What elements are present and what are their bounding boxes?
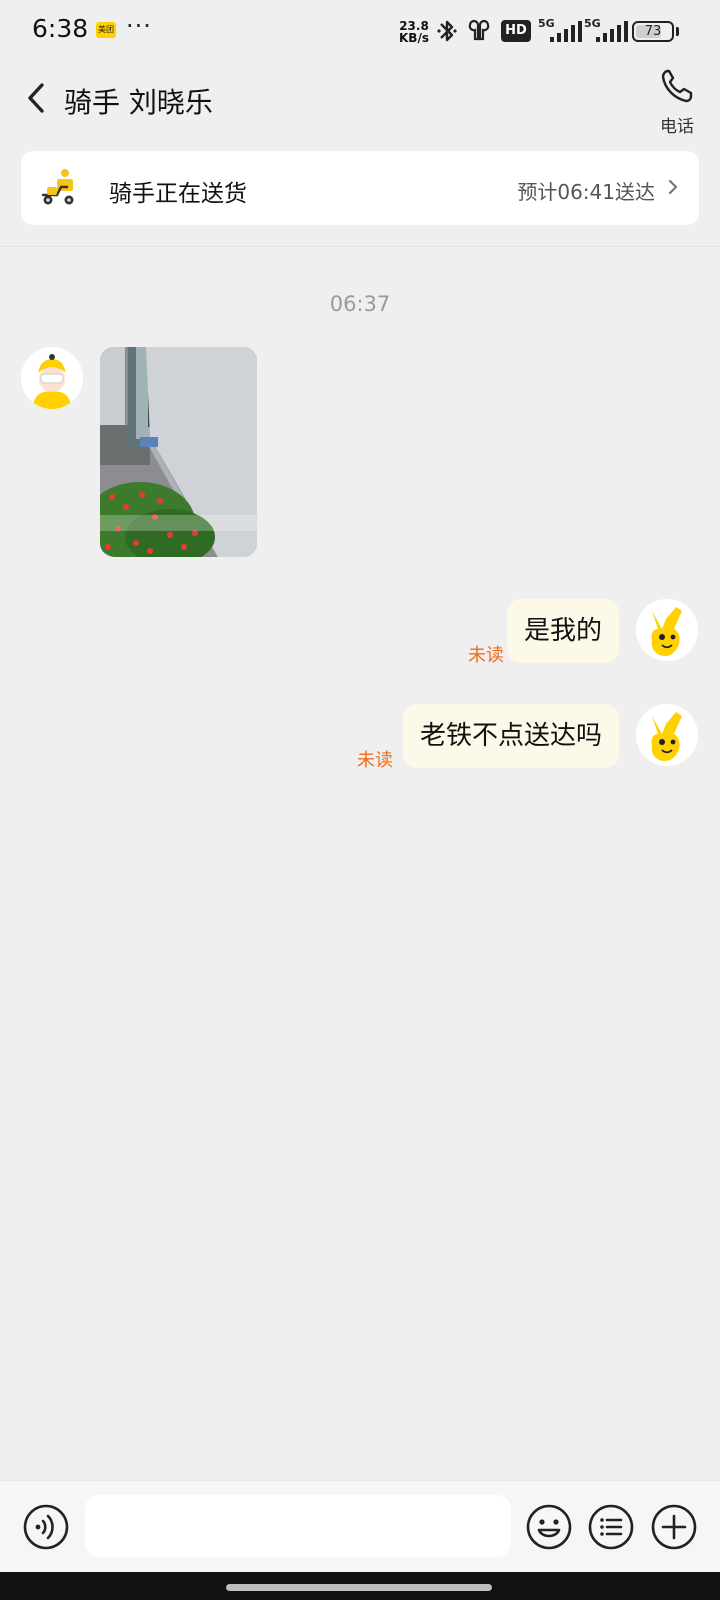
clock: 6:38 xyxy=(32,14,89,43)
chevron-left-icon xyxy=(28,83,44,113)
notification-more-icon: ··· xyxy=(126,12,152,40)
call-button-label: 电话 xyxy=(660,117,694,137)
emoji-icon xyxy=(526,1504,572,1550)
kangaroo-mascot-icon xyxy=(636,704,698,766)
network-speed: 23.8 KB/s xyxy=(397,20,431,44)
bluetooth-icon xyxy=(437,20,457,42)
read-status: 未读 xyxy=(357,750,393,771)
back-button[interactable] xyxy=(20,76,56,120)
system-nav-bar xyxy=(0,1572,720,1600)
my-avatar[interactable] xyxy=(636,704,698,766)
network-speed-unit: KB/s xyxy=(399,31,429,45)
more-actions-button[interactable] xyxy=(650,1503,698,1551)
page-title: 骑手 刘晓乐 xyxy=(64,86,213,119)
list-icon xyxy=(588,1504,634,1550)
delivery-scooter-icon xyxy=(41,169,74,205)
my-message-bubble[interactable]: 老铁不点送达吗 xyxy=(402,704,619,768)
home-gesture-handle[interactable] xyxy=(226,1584,492,1591)
message-timestamp: 06:37 xyxy=(329,292,391,316)
battery-level: 73 xyxy=(644,24,662,39)
my-avatar[interactable] xyxy=(636,599,698,661)
message-input[interactable] xyxy=(85,1495,511,1557)
delivery-photo xyxy=(100,347,257,557)
chevron-right-icon xyxy=(668,179,678,195)
quick-reply-button[interactable] xyxy=(587,1503,635,1551)
phone-icon xyxy=(661,69,693,103)
battery-icon: 73 xyxy=(632,21,674,42)
message-input-bar xyxy=(0,1480,720,1572)
hd-voice-icon: HD xyxy=(501,20,531,42)
chat-header: 骑手 刘晓乐 电话 xyxy=(0,62,720,142)
emoji-button[interactable] xyxy=(525,1503,573,1551)
meituan-app-icon: 美团 xyxy=(96,22,116,38)
signal-sim2-icon: 5G xyxy=(584,17,628,45)
voice-button[interactable] xyxy=(22,1503,70,1551)
call-button[interactable]: 电话 xyxy=(648,66,706,137)
kangaroo-mascot-icon xyxy=(636,599,698,661)
header-divider xyxy=(0,246,720,247)
rider-avatar-icon xyxy=(21,347,83,409)
earbuds-icon xyxy=(468,19,490,41)
signal-sim1-icon: 5G xyxy=(538,17,582,45)
battery-tip xyxy=(676,27,679,36)
rider-avatar[interactable] xyxy=(21,347,83,409)
delivery-eta: 预计06:41送达 xyxy=(517,180,655,204)
rider-photo-message[interactable] xyxy=(100,347,257,557)
voice-icon xyxy=(23,1504,69,1550)
my-message-bubble[interactable]: 是我的 xyxy=(506,599,619,663)
delivery-status: 骑手正在送货 xyxy=(109,181,247,207)
delivery-status-card[interactable]: 骑手正在送货 预计06:41送达 xyxy=(21,151,699,225)
read-status: 未读 xyxy=(468,645,504,666)
status-bar: 6:38 美团 ··· 23.8 KB/s HD 5G 5G 73 xyxy=(0,0,720,62)
plus-icon xyxy=(651,1504,697,1550)
